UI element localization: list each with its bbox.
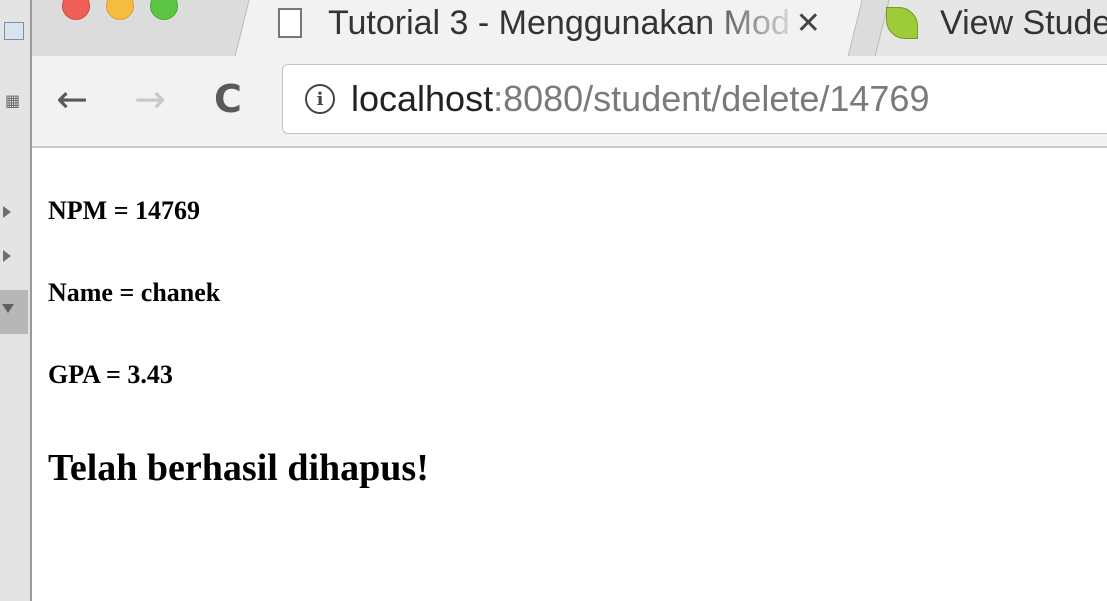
tab-strip: Tutorial 3 - Menggunakan Mod ✕ View Stud… (32, 0, 1107, 56)
tab-title: View Stude (940, 3, 1107, 42)
screen: ▦ Tutorial 3 - Menggunakan Mod ✕ View St… (0, 0, 1107, 601)
forward-button[interactable]: → (128, 74, 172, 124)
spring-leaf-icon (886, 7, 918, 39)
name-text: Name = chanek (48, 278, 221, 307)
background-window-strip: ▦ (0, 0, 32, 601)
success-message: Telah berhasil dihapus! (48, 447, 429, 489)
npm-text: NPM = 14769 (48, 196, 201, 225)
reload-button[interactable]: C (206, 74, 250, 124)
url-host: localhost (351, 78, 494, 119)
address-bar[interactable]: i localhost:8080/student/delete/14769 (282, 64, 1107, 134)
tab-view-student[interactable]: View Stude (882, 0, 1107, 46)
url-text[interactable]: localhost:8080/student/delete/14769 (351, 78, 929, 120)
minimize-window-button[interactable] (106, 0, 134, 20)
expand-arrow-icon[interactable] (3, 206, 11, 218)
browser-chrome: Tutorial 3 - Menggunakan Mod ✕ View Stud… (32, 0, 1107, 148)
close-window-button[interactable] (62, 0, 90, 20)
window-icon (4, 22, 24, 40)
document-icon (278, 8, 302, 38)
tab-tutorial[interactable]: Tutorial 3 - Menggunakan Mod ✕ (274, 0, 844, 46)
gpa-text: GPA = 3.43 (48, 360, 173, 389)
url-path: :8080/student/delete/14769 (493, 78, 930, 119)
maximize-window-button[interactable] (150, 0, 178, 20)
expand-arrow-icon[interactable] (3, 250, 11, 262)
tab-title: Tutorial 3 - Menggunakan Mod (328, 3, 790, 42)
grid-icon: ▦ (5, 91, 21, 110)
info-icon[interactable]: i (305, 84, 335, 114)
back-button[interactable]: ← (50, 74, 94, 124)
page-content: NPM = 14769 Name = chanek GPA = 3.43 Tel… (32, 150, 1107, 601)
tab-close-icon[interactable]: ✕ (796, 6, 821, 41)
browser-toolbar: ← → C i localhost:8080/student/delete/14… (32, 56, 1107, 148)
collapse-arrow-icon[interactable] (0, 290, 28, 334)
